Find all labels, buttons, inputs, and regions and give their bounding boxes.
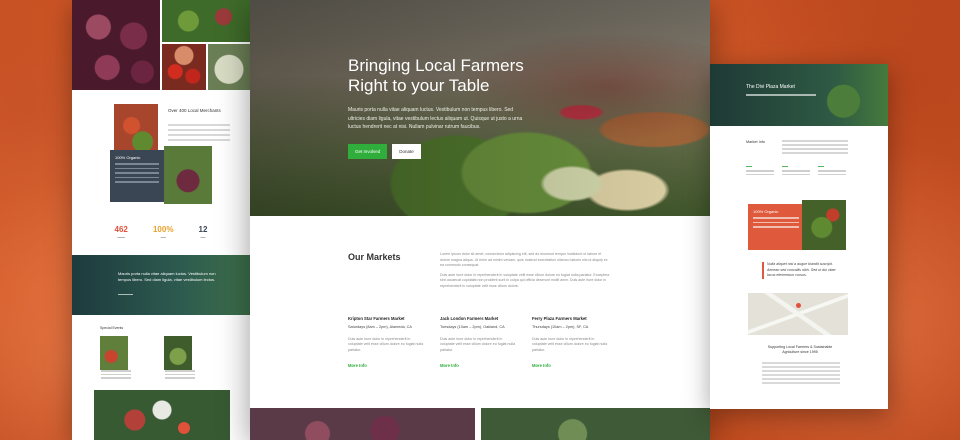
markets-intro-paragraph: Lorem ipsum dolor sit amet, consectetur … (440, 252, 608, 267)
stat-label: ▬▬ (200, 236, 206, 239)
donate-button[interactable]: Donate (392, 143, 421, 159)
organic-card-title: 100% Organic (115, 155, 141, 160)
support-text (762, 362, 840, 386)
merchants-text (168, 124, 230, 144)
info-column: ▬▬ (782, 164, 810, 175)
market-hours: Saturdays (8am – 2pm), Alameda, CA (348, 325, 412, 329)
market-header-title: The Divi Plaza Market (746, 84, 795, 90)
market-info-text (782, 140, 848, 156)
market-name: Jack London Farmers Market (440, 316, 499, 321)
support-title: Supporting Local Farmers & Sustainable A… (767, 345, 833, 354)
organic-card-title: 100% Organic (753, 209, 779, 214)
hero-section: Bringing Local Farmers Right to your Tab… (250, 0, 710, 216)
merchants-title: Over 400 Local Merchants (168, 108, 221, 113)
markets-intro-paragraph: Duis aute irure dolor in reprehenderit i… (440, 272, 610, 288)
location-map[interactable] (748, 293, 848, 335)
organic-card: 100% Organic (110, 150, 164, 202)
market-item: Jack London Farmers Market Tuesdays (10a… (440, 316, 516, 368)
market-list: Kripton Star Farmers Market Saturdays (8… (348, 316, 608, 368)
event-photo (164, 336, 193, 370)
play-icon[interactable] (178, 422, 190, 434)
stats-row: 462 ▬▬▬ 100% ▬▬ 12 ▬▬ (72, 225, 250, 239)
testimonial-quote: Nulla aliquet nisl a augue blandit susci… (762, 262, 844, 279)
event-card[interactable] (164, 336, 224, 388)
greens-photo (162, 0, 250, 42)
banner-author: ▬▬▬▬▬▬ (118, 293, 133, 296)
stat-organic: 100% ▬▬ (153, 225, 173, 239)
video-thumbnail[interactable] (94, 390, 230, 440)
stat-value: 462 (114, 225, 128, 234)
left-page-preview: Over 400 Local Merchants Learn More 100%… (72, 0, 250, 440)
event-card[interactable] (100, 336, 160, 388)
market-description: Duis aute irure dolor in reprehenderit i… (440, 337, 516, 352)
stat-markets: 12 ▬▬ (199, 225, 208, 239)
markets-intro: Lorem ipsum dolor sit amet, consectetur … (440, 252, 612, 289)
market-item: Ferry Plaza Farmers Market Thursdays (10… (532, 316, 608, 368)
about-section: Over 400 Local Merchants Learn More 100%… (72, 90, 250, 215)
bottom-gallery (250, 408, 710, 440)
hero-content: Bringing Local Farmers Right to your Tab… (348, 56, 538, 159)
markets-title: Our Markets (348, 252, 401, 262)
organic-card: 100% Organic (748, 204, 804, 250)
event-photo (100, 336, 128, 370)
market-info-title: Market Info (746, 140, 765, 144)
greens-gallery-photo (481, 408, 710, 440)
stat-label: ▬▬ (160, 236, 166, 239)
cabbage-photo (208, 44, 250, 90)
market-hours: Tuesdays (10am – 2pm), Oakland, CA (440, 325, 505, 329)
banner-quote: Mauris porta nulla vitae aliquam luctus.… (118, 271, 216, 282)
market-name: Ferry Plaza Farmers Market (532, 316, 587, 321)
figs-photo (72, 0, 160, 90)
event-text (165, 370, 196, 381)
tomatoes-photo (162, 44, 206, 90)
stat-value: 100% (152, 225, 174, 234)
market-description: Duis aute irure dolor in reprehenderit i… (532, 337, 608, 352)
photo-grid (72, 0, 250, 90)
market-description: Duis aute irure dolor in reprehenderit i… (348, 337, 424, 352)
market-header: The Divi Plaza Market (710, 64, 888, 126)
hero-text: Mauris porta nulla vitae aliquam luctus.… (348, 107, 523, 130)
get-involved-button[interactable]: Get Involved (348, 143, 388, 159)
market-item: Kripton Star Farmers Market Saturdays (8… (348, 316, 424, 368)
more-info-link[interactable]: More Info (532, 363, 608, 368)
center-page-preview: Bringing Local Farmers Right to your Tab… (250, 0, 710, 440)
stat-merchants: 462 ▬▬▬ (115, 225, 128, 239)
market-info-columns: ▬▬ ▬▬ ▬▬ (746, 164, 846, 175)
events-title: Special Events (100, 326, 124, 330)
more-info-link[interactable]: More Info (348, 363, 424, 368)
right-page-preview: The Divi Plaza Market Market Info ▬▬ ▬▬ … (710, 64, 888, 409)
more-info-link[interactable]: More Info (440, 363, 516, 368)
event-text (101, 370, 131, 381)
market-name: Kripton Star Farmers Market (348, 316, 405, 321)
hero-title: Bringing Local Farmers Right to your Tab… (348, 56, 524, 95)
stat-value: 12 (198, 225, 208, 234)
produce-photo (802, 200, 846, 250)
beet-photo (164, 146, 212, 204)
info-column: ▬▬ (746, 164, 774, 175)
market-hours: Thursdays (10am – 2pm), SF, CA (532, 325, 589, 329)
special-events: Special Events (100, 326, 230, 388)
quote-banner: Mauris porta nulla vitae aliquam luctus.… (72, 255, 250, 315)
hero-buttons: Get Involved Donate (348, 143, 538, 159)
info-column: ▬▬ (818, 164, 846, 175)
stat-label: ▬▬▬ (117, 236, 125, 239)
figs-gallery-photo (250, 408, 475, 440)
map-pin-icon (796, 303, 801, 308)
markets-section: Our Markets Lorem ipsum dolor sit amet, … (250, 216, 710, 408)
